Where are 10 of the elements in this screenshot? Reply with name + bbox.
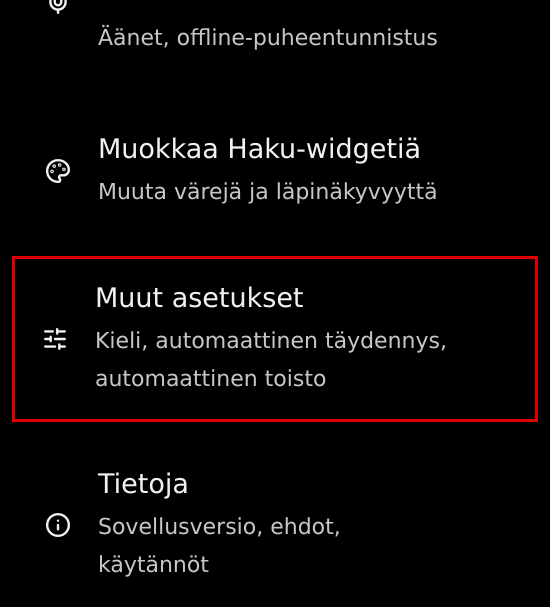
sliders-icon: [42, 326, 68, 352]
setting-description: Muuta värejä ja läpinäkyvyyttä: [98, 179, 438, 207]
palette-icon: [45, 158, 71, 184]
setting-title[interactable]: Muut asetukset: [95, 279, 453, 319]
setting-description: Sovellusversio, ehdot, käytännöt: [98, 514, 342, 580]
setting-title[interactable]: Tietoja: [98, 465, 456, 505]
info-icon: [45, 512, 71, 538]
setting-title[interactable]: Muokkaa Haku-widgetiä: [98, 130, 438, 170]
setting-description: Kieli, automaattinen täydennys, automaattinen toisto: [95, 328, 448, 394]
setting-description: Äänet, offline-puheentunnistus: [98, 24, 438, 53]
